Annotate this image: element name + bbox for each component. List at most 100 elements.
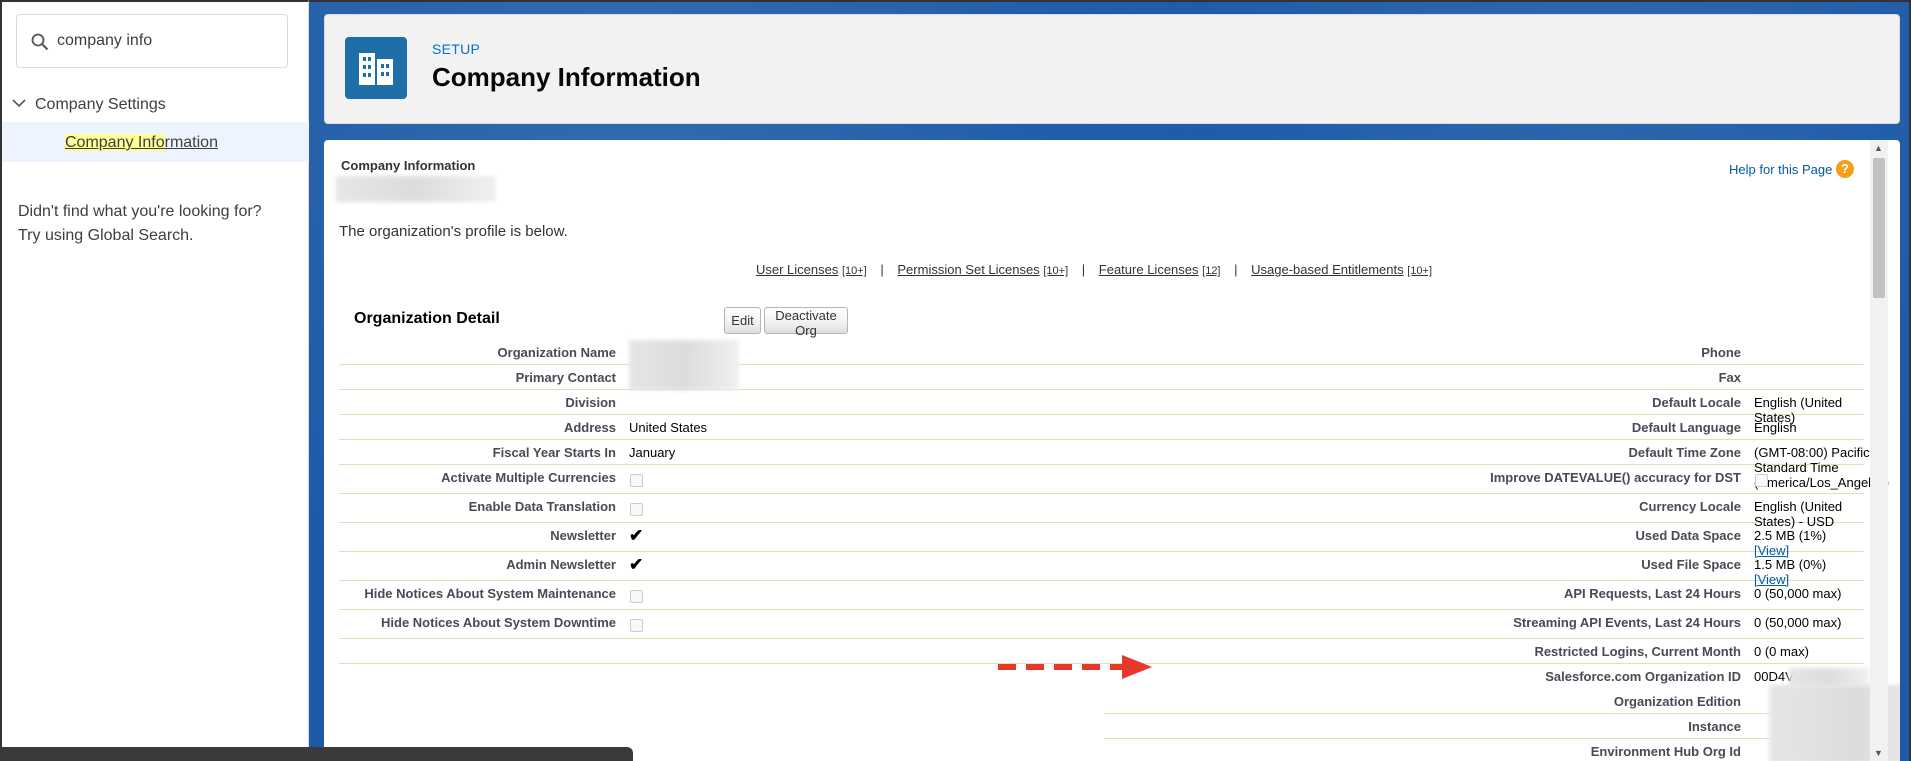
search-highlight: Company Info [65,134,165,151]
field-value: 0 (0 max) [1754,644,1809,659]
table-row: Organization Edition [1104,689,1864,714]
field-label: Organization Name [497,345,616,360]
field-label: Fax [1718,370,1741,385]
setup-sidebar: company info Company Settings Company In… [0,0,309,761]
annotation-arrow-icon [998,655,1152,679]
field-value: January [629,445,676,460]
quick-find-search[interactable]: company info [16,14,288,68]
field-label: Environment Hub Org Id [1590,744,1741,759]
user-licenses-count[interactable]: [10+] [842,265,867,277]
field-label: Streaming API Events, Last 24 Hours [1513,615,1741,630]
field-label: Admin Newsletter [506,557,616,572]
breadcrumb-setup[interactable]: SETUP [432,41,480,57]
license-links: User Licenses [10+] | Permission Set Lic… [324,262,1864,277]
field-value: 0 (50,000 max) [1754,586,1842,601]
table-row: Address United States Default Language E… [339,415,1864,440]
search-icon [31,33,49,51]
field-label: Division [565,395,616,410]
tree-item-company-information[interactable]: Company Information [2,122,309,162]
feature-licenses-link[interactable]: Feature Licenses [1099,262,1199,277]
field-label: Enable Data Translation [468,499,616,514]
checkbox-unchecked [630,619,643,632]
usage-entitlements-link[interactable]: Usage-based Entitlements [1251,262,1403,277]
scroll-down-icon[interactable]: ▼ [1874,748,1883,758]
checkbox-unchecked [630,503,643,516]
checkmark-icon: ✔ [629,526,644,545]
redacted-name-contact [629,340,739,390]
checkbox-unchecked [630,590,643,603]
checkmark-icon: ✔ [629,555,644,574]
browser-status-bar [0,747,633,761]
table-row: Hide Notices About System Downtime Strea… [339,610,1864,639]
field-label: Newsletter [550,528,616,543]
table-row: Organization Name Phone [339,340,1864,365]
field-value: English [1754,420,1797,435]
table-row: Fiscal Year Starts In January Default Ti… [339,440,1889,490]
field-label: Improve DATEVALUE() accuracy for DST [1490,470,1741,485]
table-row: Activate Multiple Currencies Improve DAT… [339,465,1864,494]
tree-node-company-settings[interactable]: Company Settings [2,94,309,116]
profile-note: The organization's profile is below. [339,223,568,240]
page-title: Company Information [432,62,701,92]
table-row: Instance [1104,714,1864,739]
search-help-text: Didn't find what you're looking for? Try… [18,200,262,248]
separator: | [1234,262,1238,277]
table-row: Admin Newsletter ✔ Used File Space 1.5 M… [339,552,1864,587]
field-label: Used Data Space [1635,528,1742,543]
main-area: SETUP Company Information Company Inform… [309,0,1911,761]
org-detail-heading: Organization Detail [354,310,500,327]
field-label: Hide Notices About System Maintenance [364,586,616,601]
content-panel: Company Information Help for this Page ?… [324,140,1900,761]
permission-set-licenses-count[interactable]: [10+] [1043,265,1068,277]
scroll-up-icon[interactable]: ▲ [1874,143,1883,153]
permission-set-licenses-link[interactable]: Permission Set Licenses [897,262,1039,277]
table-row: Environment Hub Org Id [1104,739,1864,761]
tree-item-link[interactable]: Company Information [65,134,218,152]
table-row: Hide Notices About System Maintenance AP… [339,581,1864,610]
field-label: Used File Space [1641,557,1741,572]
field-label: Primary Contact [515,370,616,385]
field-label: Address [563,420,616,435]
field-label: Instance [1688,719,1741,734]
field-label: Activate Multiple Currencies [441,470,616,485]
field-value: 00D4V [1754,669,1794,684]
field-label: Phone [1701,345,1741,360]
user-licenses-link[interactable]: User Licenses [756,262,838,277]
redacted-org-id [1789,668,1869,686]
help-line-2: Try using Global Search. [18,227,194,244]
edit-button[interactable]: Edit [724,307,761,334]
help-line-1: Didn't find what you're looking for? [18,203,262,220]
scrollbar-thumb[interactable] [1873,158,1885,298]
usage-entitlements-count[interactable]: [10+] [1407,265,1432,277]
checkbox-unchecked [1755,474,1768,487]
checkbox-unchecked [630,474,643,487]
help-for-page-link[interactable]: Help for this Page [1729,162,1832,177]
table-row: Newsletter ✔ Used Data Space 2.5 MB (1%)… [339,523,1864,558]
separator: | [880,262,884,277]
field-value: 0 (50,000 max) [1754,615,1842,630]
page-header: SETUP Company Information [324,14,1900,124]
redacted-org-name [336,176,496,202]
field-label: Default Time Zone [1628,445,1741,460]
table-row: Division Default Locale English (United … [339,390,1864,425]
building-icon [345,37,407,99]
field-value: United States [629,420,708,435]
tree-item-rest: rmation [164,134,218,151]
field-label: Default Language [1631,420,1741,435]
separator: | [1081,262,1086,277]
help-icon[interactable]: ? [1836,160,1854,178]
search-input[interactable]: company info [57,32,152,50]
table-row: Enable Data Translation Currency Locale … [339,494,1864,529]
section-title: Company Information [341,158,476,173]
tree-node-label: Company Settings [35,96,166,113]
content-scrollbar[interactable]: ▲ ▼ [1870,140,1888,761]
field-label: Default Locale [1652,395,1741,410]
field-label: Hide Notices About System Downtime [381,615,616,630]
chevron-down-icon[interactable] [12,98,26,108]
field-label: Currency Locale [1639,499,1741,514]
deactivate-org-button[interactable]: Deactivate Org [764,307,848,338]
feature-licenses-count[interactable]: [12] [1202,265,1220,277]
org-detail-table: Organization Name Phone Primary Contact … [339,340,1889,761]
field-label: Organization Edition [1613,694,1741,709]
table-row: Primary Contact Fax [339,365,1864,390]
